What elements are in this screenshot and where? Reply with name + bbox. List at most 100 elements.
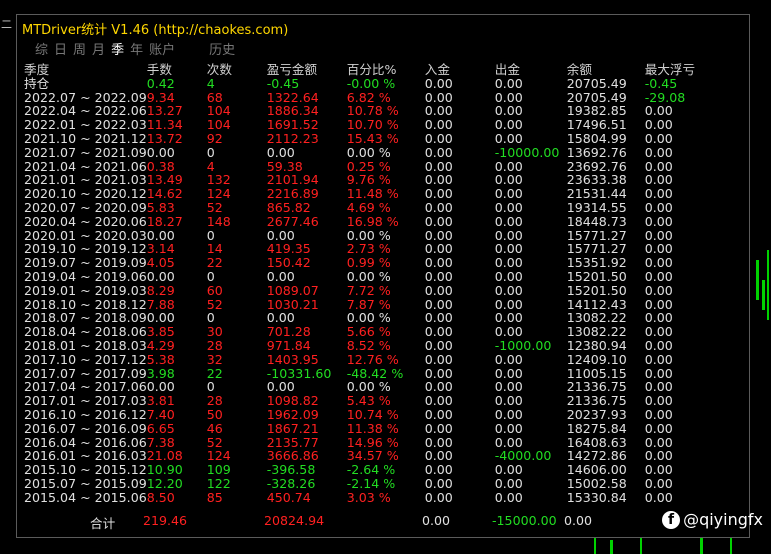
cell-withdraw: 0.00: [494, 324, 523, 340]
cell-lots: 4.29: [146, 337, 175, 353]
cell-deposit: 0.00: [424, 462, 453, 478]
cell-balance: 16408.63: [566, 434, 627, 450]
cell-period: 2019.07 ~ 2019.09: [24, 255, 147, 271]
cell-balance: 15771.27: [566, 227, 627, 243]
cell-lots: 7.38: [146, 434, 175, 450]
cell-maxdd: 0.00: [644, 186, 673, 202]
cell-balance: 13692.76: [566, 144, 627, 160]
cell-lots: 3.98: [146, 365, 175, 381]
tab-2[interactable]: 周: [73, 39, 86, 58]
cell-deposit: 0.00: [424, 75, 453, 91]
cell-withdraw: 0.00: [494, 475, 523, 491]
cell-count: 68: [206, 89, 223, 105]
table-row: 持仓 0.42 4 -0.45 -0.00 % 0.00 0.00 20705.49 -0.45: [24, 75, 735, 91]
cell-balance: 23633.38: [566, 172, 627, 188]
cell-maxdd: 0.00: [644, 213, 673, 229]
table-row: 2019.04 ~ 2019.06 0.00 0 0.00 0.00 % 0.00 0.00…: [24, 270, 735, 284]
cell-balance: 17496.51: [566, 117, 627, 133]
total-deposit: 0.00: [422, 513, 451, 528]
cell-period: 2017.01 ~ 2017.03: [24, 393, 147, 409]
cell-period: 2021.01 ~ 2021.03: [24, 172, 147, 188]
cell-pnl: 1030.21: [266, 296, 319, 312]
cell-pct: 0.00 %: [346, 310, 391, 326]
cell-period: 2018.10 ~ 2018.12: [24, 296, 147, 312]
tab-0[interactable]: 综: [35, 39, 48, 58]
total-label: 合计: [90, 516, 116, 531]
cell-lots: 11.34: [146, 117, 183, 133]
cell-pct: 0.00 %: [346, 268, 391, 284]
tab-1[interactable]: 日: [54, 39, 67, 58]
cell-count: 50: [206, 406, 223, 422]
table-row: 2021.07 ~ 2021.09 0.00 0 0.00 0.00 % 0.00 -100…: [24, 144, 735, 160]
cell-pct: 3.03 %: [346, 489, 391, 505]
table-row: 2016.04 ~ 2016.06 7.38 52 2135.77 14.96 % 0.0…: [24, 434, 735, 450]
cell-pnl: 0.00: [266, 144, 295, 160]
cell-withdraw: 0.00: [494, 89, 523, 105]
cell-count: 4: [206, 158, 215, 174]
col-header-max-drawdown: 最大浮亏: [644, 62, 696, 77]
cell-count: 22: [206, 365, 223, 381]
cell-pct: 10.70 %: [346, 117, 399, 133]
cell-balance: 15002.58: [566, 475, 627, 491]
cell-pct: 14.96 %: [346, 434, 399, 450]
cell-period: 2018.04 ~ 2018.06: [24, 324, 147, 340]
tab-6[interactable]: 账户: [149, 39, 175, 58]
table-row: 2021.04 ~ 2021.06 0.38 4 59.38 0.25 % 0.00 0.0…: [24, 158, 735, 174]
cell-count: 28: [206, 337, 223, 353]
cell-balance: 15351.92: [566, 255, 627, 271]
cell-maxdd: 0.00: [644, 255, 673, 271]
cell-deposit: 0.00: [424, 337, 453, 353]
table-row: 2017.10 ~ 2017.12 5.38 32 1403.95 12.76 % 0.0…: [24, 351, 735, 367]
cell-balance: 14606.00: [566, 462, 627, 478]
tab-3[interactable]: 月: [92, 39, 105, 58]
cell-balance: 15201.50: [566, 268, 627, 284]
cell-count: 14: [206, 241, 223, 257]
cell-count: 124: [206, 448, 231, 464]
cell-pnl: 2135.77: [266, 434, 319, 450]
cell-lots: 13.27: [146, 103, 183, 119]
cell-pct: 7.72 %: [346, 282, 391, 298]
period-tabs: 综日周月季年账户 历史: [35, 39, 241, 58]
cell-balance: 15330.84: [566, 489, 627, 505]
table-row: 2017.04 ~ 2017.06 0.00 0 0.00 0.00 % 0.00 0.00…: [24, 380, 735, 394]
cell-count: 52: [206, 434, 223, 450]
chart-candle: [700, 538, 703, 554]
table-row: 2018.10 ~ 2018.12 7.88 52 1030.21 7.87 % 0.00…: [24, 296, 735, 312]
cell-deposit: 0.00: [424, 448, 453, 464]
cell-maxdd: 0.00: [644, 475, 673, 491]
cell-pnl: 1867.21: [266, 420, 319, 436]
cell-withdraw: 0.00: [494, 158, 523, 174]
tab-4[interactable]: 季: [111, 39, 124, 58]
cell-lots: 3.85: [146, 324, 175, 340]
cell-pct: -2.14 %: [346, 475, 396, 491]
table-row: 2015.07 ~ 2015.09 12.20 122 -328.26 -2.14 % 0…: [24, 477, 735, 491]
cell-period: 2015.10 ~ 2015.12: [24, 462, 147, 478]
cell-period: 2015.04 ~ 2015.06: [24, 489, 147, 505]
cell-balance: 18448.73: [566, 213, 627, 229]
table-row: 2020.01 ~ 2020.03 0.00 0 0.00 0.00 % 0.00 0.00…: [24, 227, 735, 243]
cell-maxdd: 0.00: [644, 144, 673, 160]
cell-period: 2016.04 ~ 2016.06: [24, 434, 147, 450]
tab-7[interactable]: 历史: [209, 39, 235, 58]
cell-maxdd: 0.00: [644, 393, 673, 409]
cell-maxdd: 0.00: [644, 241, 673, 257]
cell-pnl: 0.00: [266, 268, 295, 284]
cell-period: 2016.07 ~ 2016.09: [24, 420, 147, 436]
cell-deposit: 0.00: [424, 282, 453, 298]
cell-maxdd: 0.00: [644, 282, 673, 298]
cell-period: 2020.07 ~ 2020.09: [24, 199, 147, 215]
cell-balance: 12409.10: [566, 351, 627, 367]
cell-lots: 13.49: [146, 172, 183, 188]
cell-pnl: 0.00: [266, 379, 295, 395]
cell-withdraw: 0.00: [494, 351, 523, 367]
cell-deposit: 0.00: [424, 489, 453, 505]
cell-balance: 14272.86: [566, 448, 627, 464]
table-row: 2018.07 ~ 2018.09 0.00 0 0.00 0.00 % 0.00 0.00…: [24, 311, 735, 325]
cell-lots: 9.34: [146, 89, 175, 105]
table-row: 2016.07 ~ 2016.09 6.65 46 1867.21 11.38 % 0.0…: [24, 420, 735, 436]
cell-pct: 0.00 %: [346, 379, 391, 395]
tab-5[interactable]: 年: [130, 39, 143, 58]
cell-pnl: 2112.23: [266, 130, 319, 146]
cell-pnl: 450.74: [266, 489, 311, 505]
cell-withdraw: 0.00: [494, 282, 523, 298]
